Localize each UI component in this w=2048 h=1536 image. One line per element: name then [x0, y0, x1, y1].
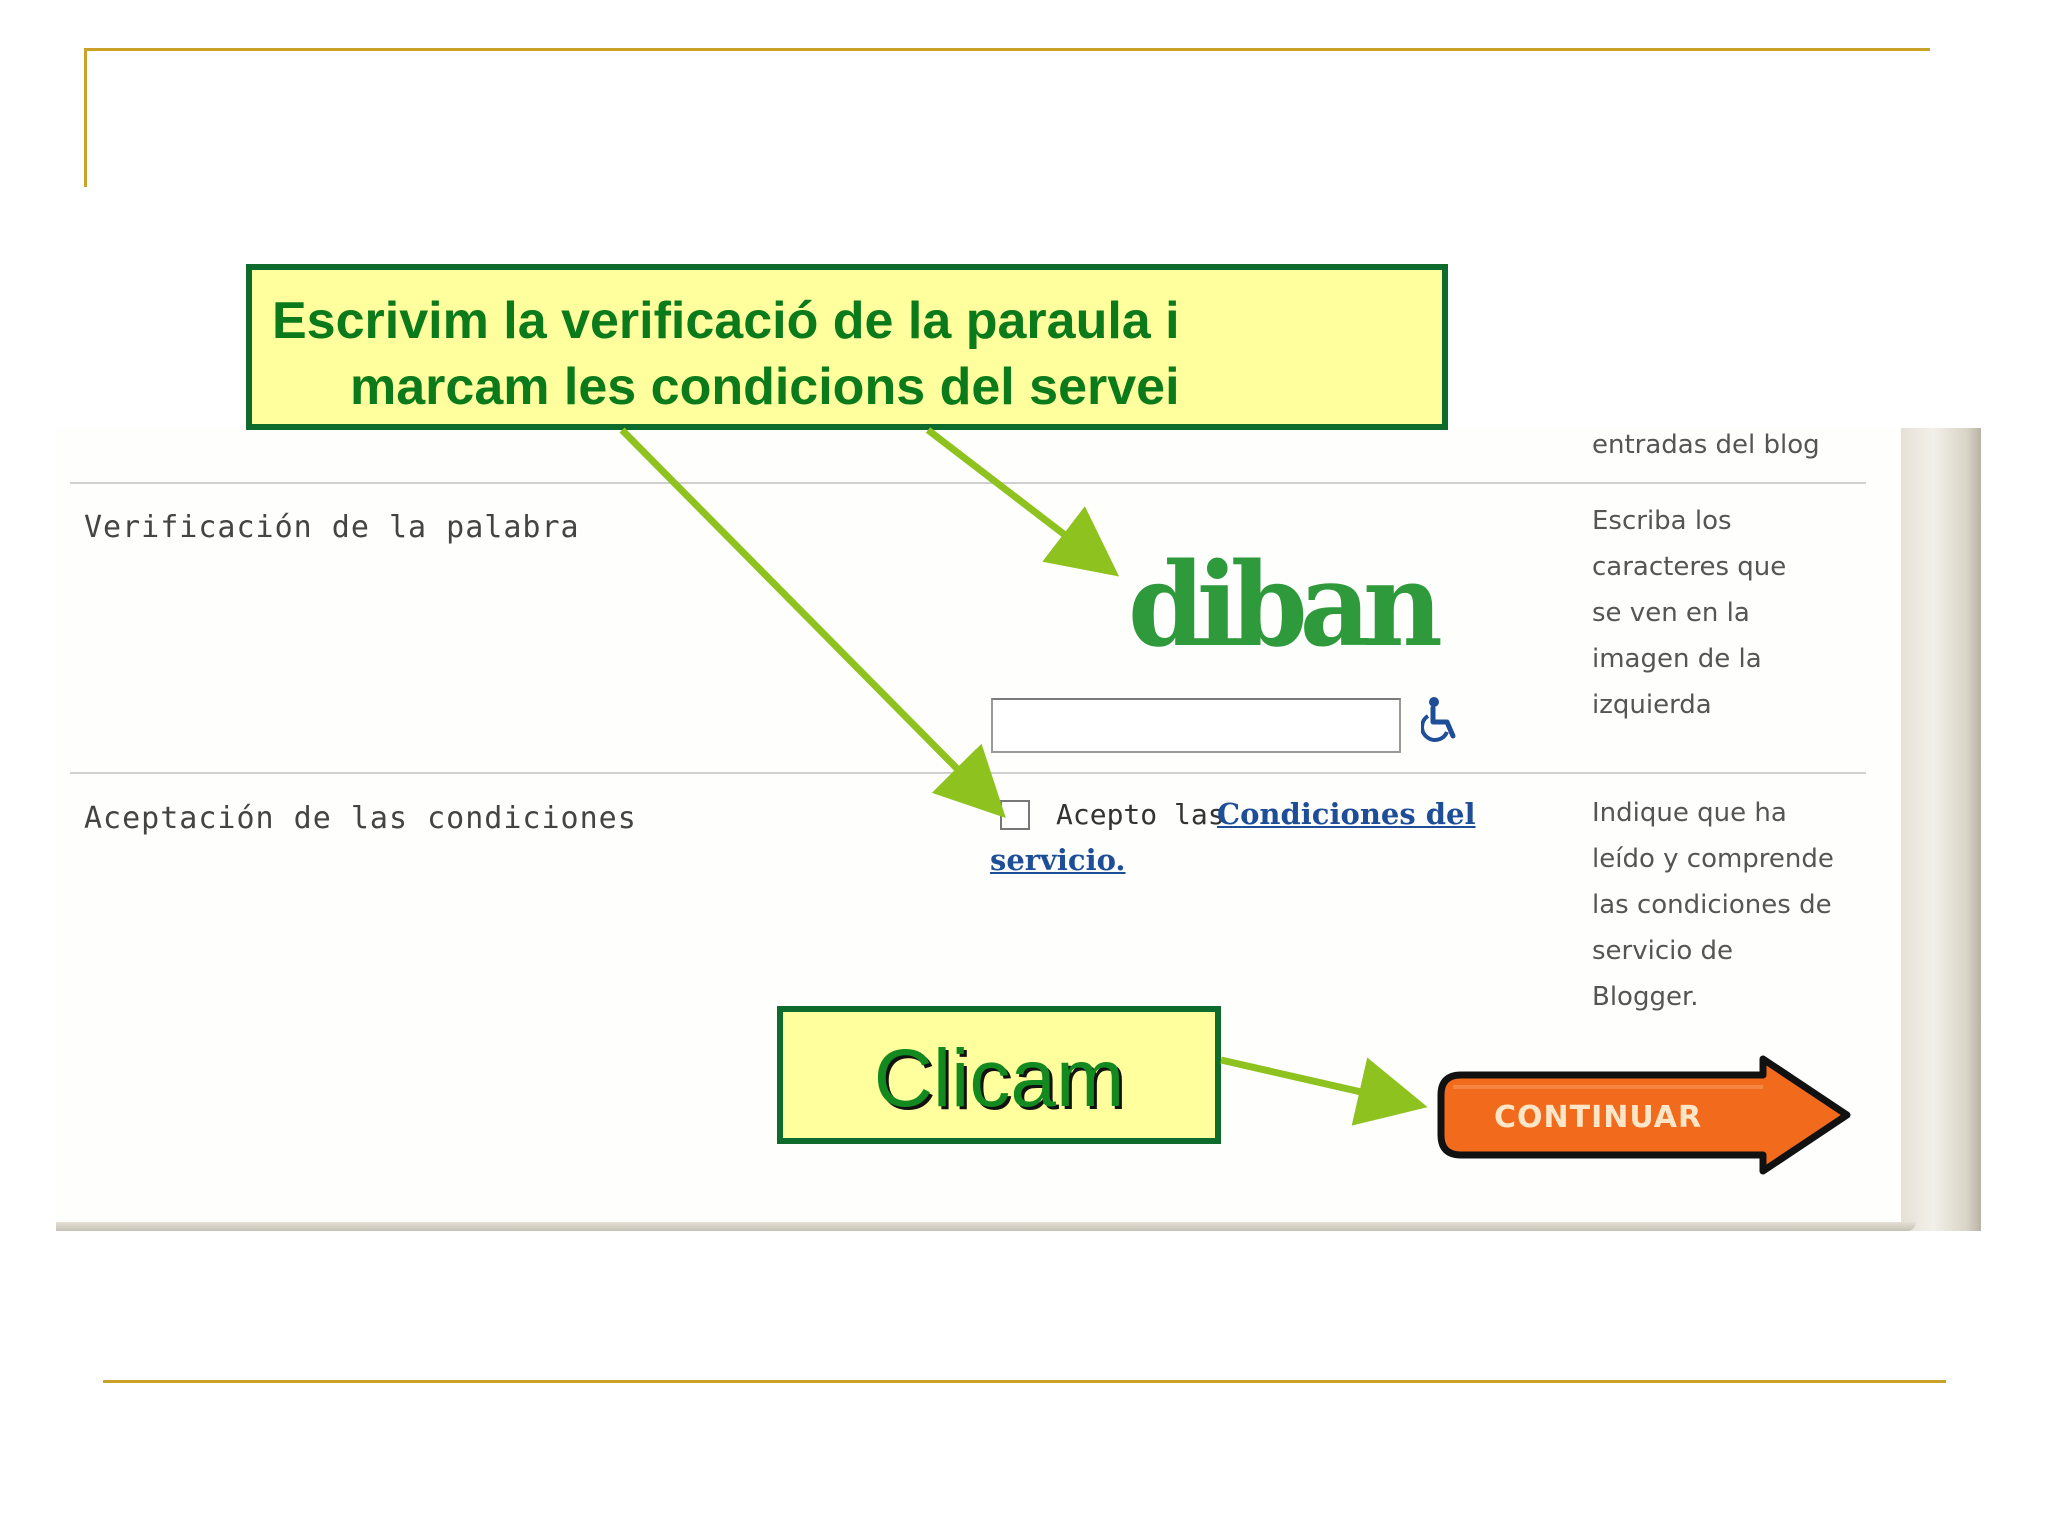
- help-line: Indique que ha: [1592, 798, 1787, 828]
- click-callout: Clicam: [777, 1006, 1221, 1144]
- captcha-image: diban: [1128, 536, 1443, 673]
- instruction-line: Escrivim la verificació de la paraula i: [272, 292, 1180, 350]
- help-line: servicio de: [1592, 936, 1734, 966]
- row-divider: [70, 772, 1866, 774]
- terms-of-service-link[interactable]: Condiciones del: [1217, 797, 1476, 831]
- help-line: leído y comprende: [1592, 844, 1834, 874]
- terms-help: Indique que ha leído y comprende las con…: [1592, 790, 1862, 1020]
- help-line: caracteres que: [1592, 552, 1787, 582]
- accept-text: Acepto las: [1056, 798, 1225, 831]
- slide-top-rule: [84, 48, 1930, 51]
- slide-bottom-rule: [103, 1380, 1946, 1383]
- verification-label: Verificación de la palabra: [84, 510, 580, 545]
- terms-label: Aceptación de las condiciones: [84, 801, 637, 836]
- top-help-fragment: entradas del blog: [1592, 430, 1820, 460]
- help-line: Escriba los: [1592, 506, 1732, 536]
- help-line: se ven en la: [1592, 598, 1750, 628]
- wheelchair-icon[interactable]: [1420, 696, 1461, 742]
- help-line: imagen de la: [1592, 644, 1762, 674]
- row-divider: [70, 482, 1866, 484]
- captcha-input[interactable]: [991, 698, 1401, 753]
- slide-left-rule: [84, 48, 87, 187]
- verification-help: Escriba los caracteres que se ven en la …: [1592, 498, 1862, 728]
- help-line: izquierda: [1592, 690, 1712, 720]
- continue-label: CONTINUAR: [1494, 1100, 1703, 1135]
- terms-of-service-link-cont[interactable]: servicio.: [990, 843, 1126, 877]
- click-callout-label: Clicam: [873, 1033, 1125, 1124]
- instruction-callout: Escrivim la verificació de la paraula i …: [246, 264, 1448, 430]
- terms-checkbox[interactable]: [1000, 800, 1030, 830]
- help-line: Blogger.: [1592, 982, 1699, 1012]
- help-line: las condiciones de: [1592, 890, 1832, 920]
- panel-bottom-frame: [56, 1222, 1916, 1231]
- panel-right-frame: [1901, 428, 1981, 1231]
- instruction-line: marcam les condicions del servei: [350, 358, 1180, 416]
